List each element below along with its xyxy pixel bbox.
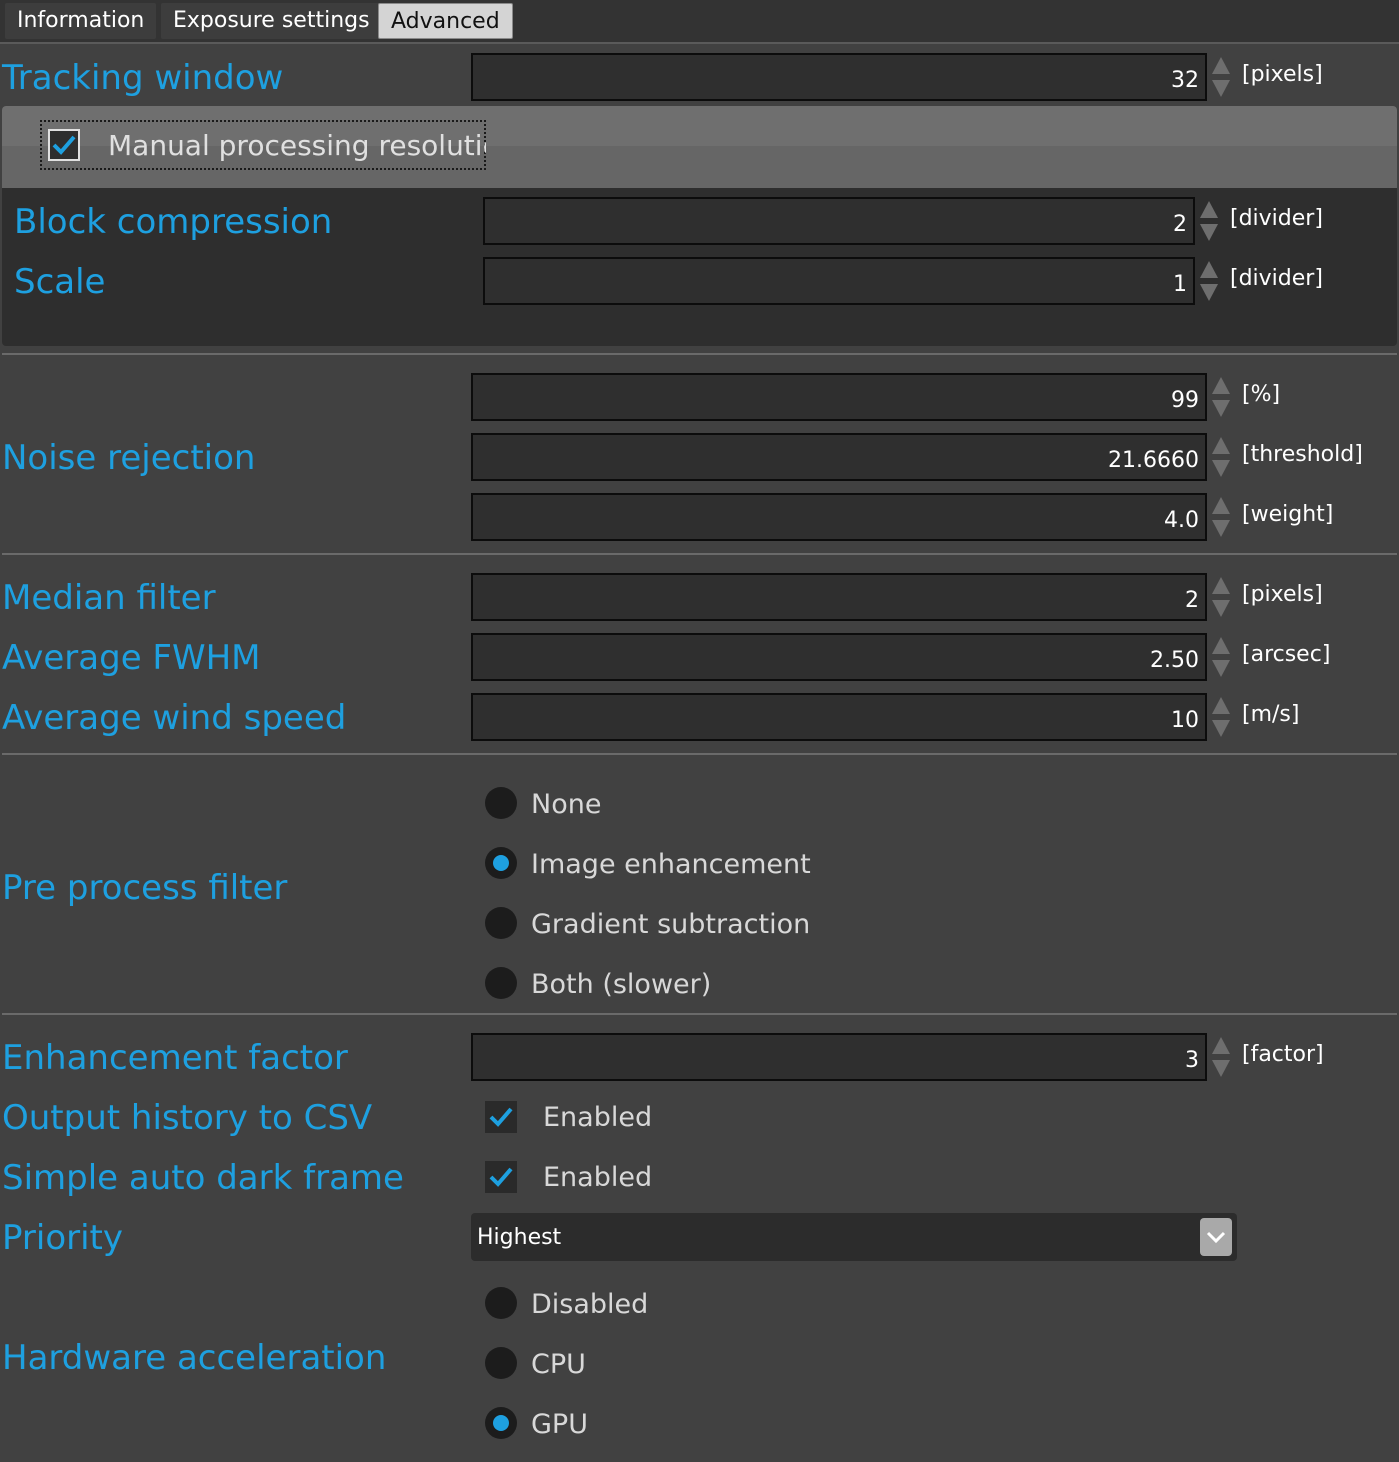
radio-selected-dot: [493, 1415, 509, 1431]
average-wind-speed-input[interactable]: 10: [471, 693, 1207, 741]
radio-gpu[interactable]: [485, 1407, 517, 1439]
checkmark-icon: [489, 1167, 513, 1187]
radio-disabled-label[interactable]: Disabled: [531, 1287, 648, 1323]
radio-gradient-subtraction[interactable]: [485, 907, 517, 939]
radio-gpu-label[interactable]: GPU: [531, 1407, 588, 1443]
median-filter-spinner[interactable]: [1210, 573, 1232, 621]
scale-spinner[interactable]: [1198, 257, 1220, 305]
priority-dropdown-button[interactable]: [1200, 1218, 1232, 1256]
radio-disabled[interactable]: [485, 1287, 517, 1319]
pre-process-filter-label: Pre process filter: [2, 868, 288, 908]
tab-information[interactable]: Information: [5, 3, 157, 39]
average-wind-speed-spinner[interactable]: [1210, 693, 1232, 741]
radio-both-slower-label[interactable]: Both (slower): [531, 967, 711, 1003]
checkmark-icon: [489, 1107, 513, 1127]
noise-rejection-weight-unit: [weight]: [1242, 502, 1334, 527]
noise-rejection-threshold-spinner[interactable]: [1210, 433, 1232, 481]
radio-cpu[interactable]: [485, 1347, 517, 1379]
block-compression-unit: [divider]: [1230, 206, 1323, 231]
noise-rejection-threshold-input[interactable]: 21.6660: [471, 433, 1207, 481]
output-history-checkbox[interactable]: [485, 1101, 517, 1133]
enhancement-factor-spinner[interactable]: [1210, 1033, 1232, 1081]
radio-image-enhancement[interactable]: [485, 847, 517, 879]
priority-select[interactable]: Highest: [471, 1213, 1237, 1261]
tracking-window-unit: [pixels]: [1242, 62, 1323, 87]
tracking-window-input[interactable]: 32: [471, 53, 1207, 101]
average-wind-speed-unit: [m/s]: [1242, 702, 1300, 727]
noise-rejection-percent-input[interactable]: 99: [471, 373, 1207, 421]
enhancement-factor-label: Enhancement factor: [2, 1038, 348, 1078]
radio-none[interactable]: [485, 787, 517, 819]
tab-advanced[interactable]: Advanced: [378, 3, 513, 39]
priority-label: Priority: [2, 1218, 124, 1258]
auto-dark-frame-checkbox[interactable]: [485, 1161, 517, 1193]
median-filter-label: Median filter: [2, 578, 216, 618]
radio-selected-dot: [493, 855, 509, 871]
divider: [2, 1013, 1397, 1015]
hardware-acceleration-label: Hardware acceleration: [2, 1338, 387, 1378]
noise-rejection-weight-input[interactable]: 4.0: [471, 493, 1207, 541]
divider: [2, 353, 1397, 355]
noise-rejection-weight-spinner[interactable]: [1210, 493, 1232, 541]
median-filter-input[interactable]: 2: [471, 573, 1207, 621]
output-history-enabled-label[interactable]: Enabled: [543, 1100, 652, 1136]
tab-exposure-settings[interactable]: Exposure settings: [161, 3, 382, 39]
noise-rejection-label: Noise rejection: [2, 438, 256, 478]
output-history-label: Output history to CSV: [2, 1098, 373, 1138]
divider: [2, 553, 1397, 555]
scale-label: Scale: [14, 262, 106, 302]
radio-cpu-label[interactable]: CPU: [531, 1347, 586, 1383]
average-fwhm-spinner[interactable]: [1210, 633, 1232, 681]
block-compression-spinner[interactable]: [1198, 197, 1220, 245]
checkmark-icon: [52, 135, 76, 155]
divider: [2, 753, 1397, 755]
block-compression-input[interactable]: 2: [483, 197, 1195, 245]
tracking-window-label: Tracking window: [2, 58, 284, 98]
block-compression-label: Block compression: [14, 202, 333, 242]
radio-image-enhancement-label[interactable]: Image enhancement: [531, 847, 811, 883]
scale-input[interactable]: 1: [483, 257, 1195, 305]
average-fwhm-input[interactable]: 2.50: [471, 633, 1207, 681]
auto-dark-frame-label: Simple auto dark frame: [2, 1158, 404, 1198]
average-fwhm-label: Average FWHM: [2, 638, 261, 678]
tracking-window-spinner[interactable]: [1210, 53, 1232, 101]
chevron-down-icon: [1206, 1231, 1226, 1244]
noise-rejection-percent-unit: [%]: [1242, 382, 1281, 407]
average-fwhm-unit: [arcsec]: [1242, 642, 1331, 667]
median-filter-unit: [pixels]: [1242, 582, 1323, 607]
manual-processing-label[interactable]: Manual processing resolution: [108, 128, 486, 164]
radio-none-label[interactable]: None: [531, 787, 601, 823]
radio-gradient-subtraction-label[interactable]: Gradient subtraction: [531, 907, 810, 943]
scale-unit: [divider]: [1230, 266, 1323, 291]
auto-dark-frame-enabled-label[interactable]: Enabled: [543, 1160, 652, 1196]
noise-rejection-percent-spinner[interactable]: [1210, 373, 1232, 421]
noise-rejection-threshold-unit: [threshold]: [1242, 442, 1363, 467]
radio-both-slower[interactable]: [485, 967, 517, 999]
enhancement-factor-unit: [factor]: [1242, 1042, 1324, 1067]
average-wind-speed-label: Average wind speed: [2, 698, 347, 738]
enhancement-factor-input[interactable]: 3: [471, 1033, 1207, 1081]
manual-processing-checkbox[interactable]: [48, 129, 80, 161]
